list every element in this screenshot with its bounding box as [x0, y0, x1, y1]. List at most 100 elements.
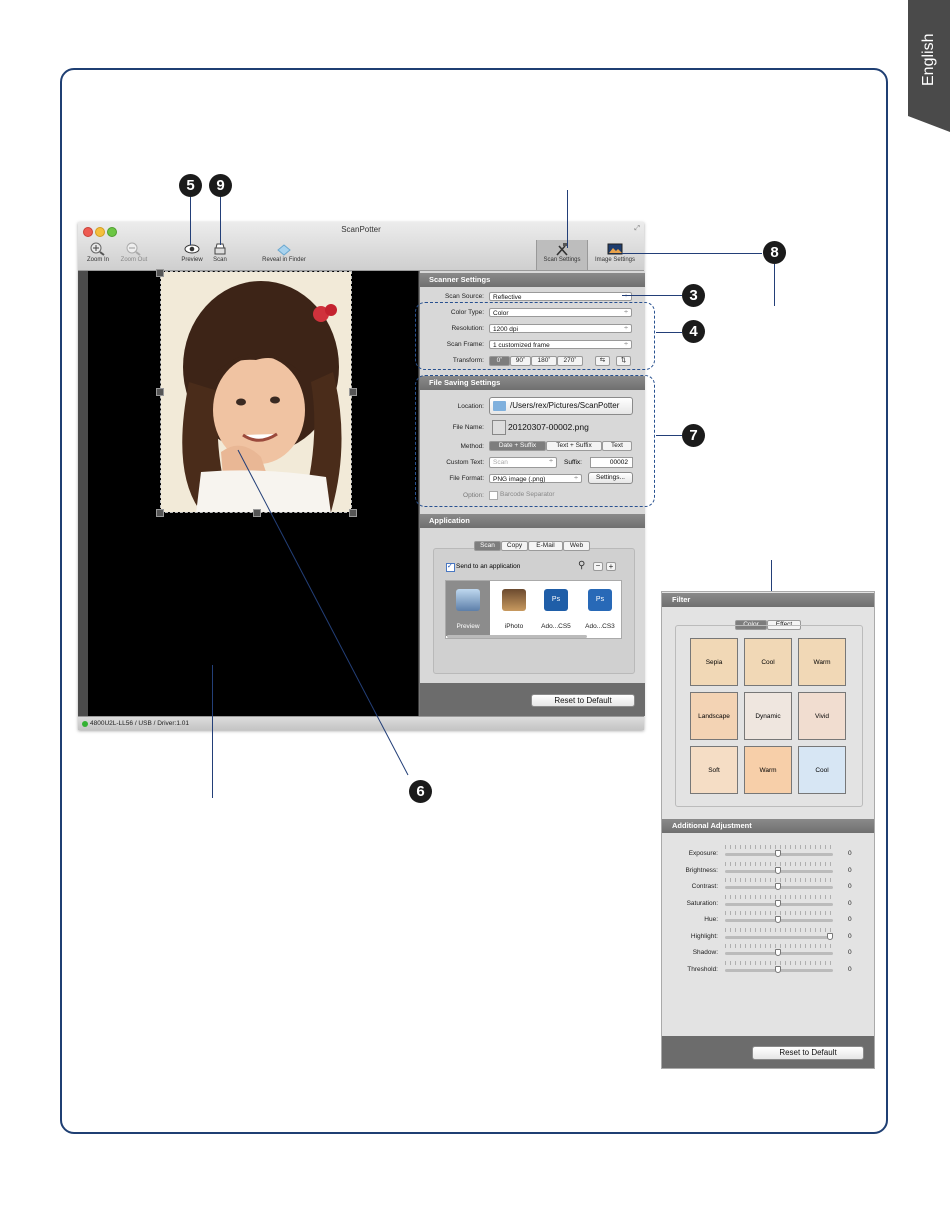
- title-bar: ScanPotter ⤢ Zoom In Zoom Out Preview Sc…: [78, 222, 644, 271]
- callout-line-6: [237, 449, 409, 776]
- callout-frame-7: [415, 375, 655, 507]
- slider-knob[interactable]: [774, 949, 781, 956]
- callout-badge-6: 6: [409, 780, 432, 803]
- slider-knob[interactable]: [774, 916, 781, 923]
- adjustment-value: 0: [848, 949, 852, 956]
- callout-line-preview-area: [212, 665, 213, 798]
- filter-thumb-label-5: Dynamic: [755, 713, 781, 720]
- image-settings-icon: [607, 243, 623, 255]
- filter-heading: Filter: [662, 593, 874, 607]
- filter-thumb-1[interactable]: Sepia: [690, 638, 738, 686]
- callout-badge-3: 3: [682, 284, 705, 307]
- add-app-button[interactable]: +: [606, 562, 616, 571]
- status-text: 4800U2L-LL56 / USB / Driver:1.01: [90, 720, 189, 727]
- zoom-out-icon: [126, 242, 141, 256]
- slider-ticks: [725, 944, 833, 948]
- callout-badge-4: 4: [682, 320, 705, 343]
- scanner-settings-heading: Scanner Settings: [420, 273, 645, 287]
- application-heading: Application: [420, 514, 645, 528]
- filter-thumb-label-4: Landscape: [698, 713, 730, 720]
- app-tab-scan[interactable]: Scan: [474, 541, 501, 551]
- send-to-app-checkbox[interactable]: ✓: [446, 563, 455, 572]
- filter-thumb-2[interactable]: Cool: [744, 638, 792, 686]
- zoom-out-label: Zoom Out: [120, 257, 148, 263]
- adjustment-value: 0: [848, 916, 852, 923]
- app-list: Preview iPhoto Ps Ado...CS5 Ps Ado...CS3: [445, 580, 622, 639]
- photoshop-cs3-icon[interactable]: Ps: [588, 589, 612, 611]
- slider-knob[interactable]: [774, 899, 781, 907]
- scan-source-select[interactable]: Reflective: [489, 292, 632, 301]
- crop-handle-bottom-left[interactable]: [156, 509, 164, 517]
- callout-frame-4: [415, 302, 655, 370]
- app-label-iphoto: iPhoto: [504, 623, 524, 630]
- app-label-preview: Preview: [456, 623, 480, 630]
- callout-badge-8: 8: [763, 241, 786, 264]
- filter-thumb-5[interactable]: Dynamic: [744, 692, 792, 740]
- filter-thumb-6[interactable]: Vivid: [798, 692, 846, 740]
- finder-icon: [277, 244, 291, 256]
- image-settings-button[interactable]: Image Settings: [588, 240, 642, 270]
- scan-settings-label: Scan Settings: [543, 257, 581, 263]
- window-title: ScanPotter: [341, 225, 381, 234]
- callout-line-7: [656, 435, 682, 436]
- slider-knob[interactable]: [774, 850, 781, 857]
- app-tab-copy[interactable]: Copy: [501, 541, 528, 551]
- callout-line-9: [220, 197, 221, 245]
- app-list-scrollbar[interactable]: [447, 635, 587, 638]
- filter-thumb-label-2: Cool: [761, 659, 775, 666]
- filter-thumb-9[interactable]: Cool: [798, 746, 846, 794]
- callout-line-5: [190, 197, 191, 245]
- callout-line-4: [656, 332, 682, 333]
- callout-line-8-down: [774, 264, 775, 306]
- remove-app-button[interactable]: −: [593, 562, 603, 571]
- slider-knob[interactable]: [774, 866, 781, 874]
- filter-thumb-4[interactable]: Landscape: [690, 692, 738, 740]
- zoom-in-button[interactable]: Zoom In: [78, 240, 118, 270]
- adjustment-label: Exposure:: [688, 850, 718, 857]
- crop-handle-top-left[interactable]: [156, 269, 164, 277]
- status-light-icon: [82, 721, 88, 727]
- slider-ticks: [725, 861, 833, 866]
- eye-icon: [184, 244, 200, 254]
- search-icon[interactable]: ⚲: [578, 560, 585, 571]
- adjustment-label: Threshold:: [687, 965, 718, 973]
- image-settings-label: Image Settings: [594, 257, 636, 263]
- filter-thumb-3[interactable]: Warm: [798, 638, 846, 686]
- adjustment-value: 0: [848, 850, 852, 857]
- zoom-in-icon: [90, 242, 105, 256]
- slider-knob[interactable]: [827, 932, 833, 940]
- zoom-out-button[interactable]: Zoom Out: [114, 240, 154, 270]
- adjustment-slider[interactable]: [725, 935, 833, 939]
- adjustment-label: Saturation:: [686, 899, 718, 907]
- adjustment-label: Hue:: [704, 916, 718, 923]
- language-tab: English: [908, 0, 950, 132]
- reset-to-default-button[interactable]: Reset to Default: [531, 694, 635, 707]
- fullscreen-icon[interactable]: ⤢: [634, 225, 640, 233]
- scan-source-label: Scan Source:: [444, 293, 484, 300]
- filter-thumb-label-8: Warm: [759, 767, 777, 774]
- app-tab-email[interactable]: E-Mail: [528, 541, 563, 551]
- filter-thumb-label-3: Warm: [813, 659, 831, 666]
- callout-badge-9: 9: [209, 174, 232, 197]
- photoshop-cs5-icon[interactable]: Ps: [544, 589, 568, 611]
- filter-thumb-7[interactable]: Soft: [690, 746, 738, 794]
- iphoto-app-icon[interactable]: [502, 589, 526, 611]
- crop-handle-right[interactable]: [349, 388, 357, 396]
- filter-thumb-8[interactable]: Warm: [744, 746, 792, 794]
- app-tab-web[interactable]: Web: [563, 541, 590, 551]
- adjustment-value: 0: [848, 899, 852, 907]
- scan-label: Scan: [213, 257, 227, 263]
- slider-ticks: [725, 927, 833, 932]
- slider-knob[interactable]: [774, 965, 781, 973]
- filter-reset-button[interactable]: Reset to Default: [752, 1046, 864, 1060]
- reveal-in-finder-button[interactable]: Reveal in Finder: [254, 240, 314, 270]
- zoom-in-label: Zoom In: [86, 257, 109, 263]
- adjustment-value: 0: [848, 866, 852, 874]
- adjustment-label: Brightness:: [685, 866, 718, 874]
- crop-handle-left[interactable]: [156, 388, 164, 396]
- preview-app-icon: [456, 589, 480, 611]
- scan-settings-button[interactable]: Scan Settings: [536, 240, 588, 270]
- slider-knob[interactable]: [774, 883, 781, 890]
- adjustment-label: Highlight:: [690, 932, 718, 940]
- adjustment-value: 0: [848, 932, 852, 940]
